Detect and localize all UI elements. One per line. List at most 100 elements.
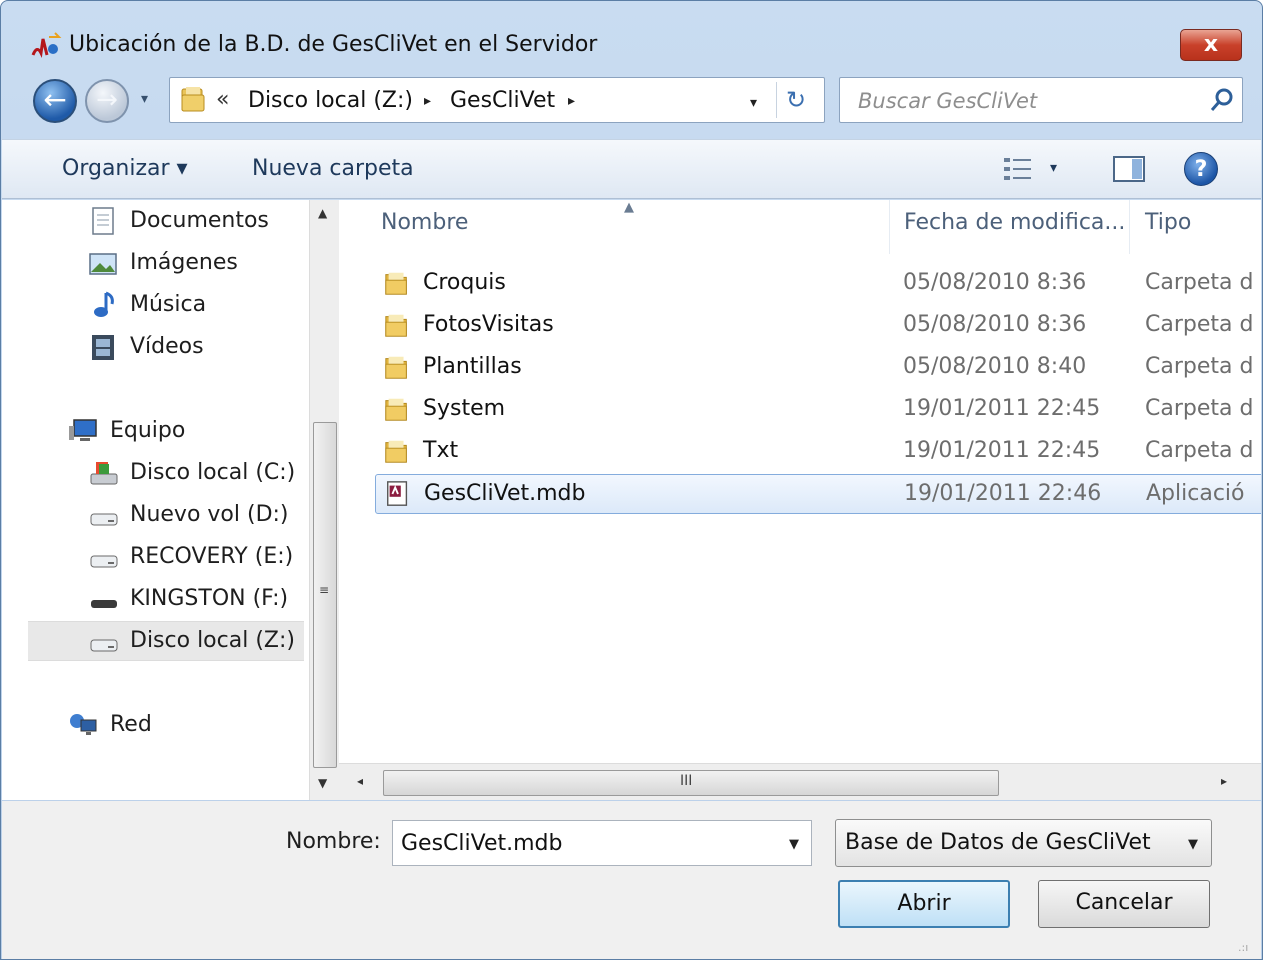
usb-drive-icon: [91, 600, 117, 608]
file-date: 19/01/2011 22:45: [903, 438, 1101, 463]
sidebar-item[interactable]: Vídeos: [88, 328, 304, 368]
address-separator: [776, 82, 777, 118]
sidebar-item[interactable]: Documentos: [88, 202, 304, 242]
sidebar-item-label: Equipo: [110, 418, 186, 443]
file-name: Txt: [423, 438, 459, 463]
filename-field[interactable]: GesCliVet.mdb ▼: [392, 820, 812, 866]
sidebar-item-label: KINGSTON (F:): [130, 586, 289, 611]
file-row[interactable]: Txt 19/01/2011 22:45 Carpeta d: [375, 432, 1261, 472]
cancel-button[interactable]: Cancelar: [1038, 880, 1210, 928]
file-type: Carpeta d: [1145, 396, 1254, 421]
documents-icon: [92, 207, 114, 235]
drive-icon: [90, 639, 118, 652]
file-list: ▲ Nombre Fecha de modifica... Tipo Croqu…: [339, 200, 1261, 763]
file-row[interactable]: System 19/01/2011 22:45 Carpeta d: [375, 390, 1261, 430]
breadcrumb-gesclivet[interactable]: GesCliVet: [450, 88, 555, 113]
column-header-name[interactable]: Nombre: [381, 210, 468, 235]
scroll-left-arrow[interactable]: ◂: [357, 774, 363, 788]
file-date: 05/08/2010 8:40: [903, 354, 1087, 379]
sidebar-item-label: Imágenes: [130, 250, 238, 275]
column-header-date[interactable]: Fecha de modifica...: [904, 210, 1125, 235]
command-bar: Organizar ▾ Nueva carpeta ▾ ?: [2, 139, 1261, 199]
scroll-thumb[interactable]: ≡: [313, 422, 337, 768]
preview-pane-icon[interactable]: [1112, 154, 1146, 184]
column-separator[interactable]: [1129, 200, 1130, 254]
sidebar-item[interactable]: KINGSTON (F:): [88, 580, 304, 620]
help-icon[interactable]: ?: [1184, 152, 1218, 186]
file-date: 19/01/2011 22:45: [903, 396, 1101, 421]
sidebar-item[interactable]: Música: [88, 286, 304, 326]
filename-value: GesCliVet.mdb: [401, 831, 563, 856]
file-name: GesCliVet.mdb: [424, 481, 586, 506]
file-type-value: Base de Datos de GesCliVet: [845, 830, 1151, 855]
back-arrow-icon: ←: [43, 83, 67, 116]
dialog-footer: Nombre: GesCliVet.mdb ▼ Base de Datos de…: [2, 801, 1261, 959]
file-type: Carpeta d: [1145, 270, 1254, 295]
folder-icon: [385, 440, 407, 463]
sidebar-item[interactable]: RECOVERY (E:): [88, 538, 304, 578]
column-header-type[interactable]: Tipo: [1145, 210, 1191, 235]
file-row[interactable]: FotosVisitas 05/08/2010 8:36 Carpeta d: [375, 306, 1261, 346]
sidebar-item-label: Disco local (Z:): [130, 628, 295, 653]
search-input[interactable]: Buscar GesCliVet: [839, 77, 1243, 123]
sidebar-item[interactable]: Disco local (C:): [88, 454, 304, 494]
back-button[interactable]: ←: [33, 79, 77, 123]
forward-arrow-icon: →: [96, 85, 118, 115]
file-name: System: [423, 396, 506, 421]
folder-icon: [385, 356, 407, 379]
system-drive-icon: [90, 462, 118, 485]
breadcrumb-disco-z[interactable]: Disco local (Z:): [248, 88, 413, 113]
file-date: 05/08/2010 8:36: [903, 270, 1087, 295]
file-row[interactable]: Croquis 05/08/2010 8:36 Carpeta d: [375, 264, 1261, 304]
sidebar-item[interactable]: Disco local (Z:): [28, 621, 304, 661]
file-type: Carpeta d: [1145, 354, 1254, 379]
scroll-down-arrow[interactable]: ▼: [318, 776, 327, 790]
address-bar[interactable]: « Disco local (Z:) ▸ GesCliVet ▸ ▾ ↻: [169, 77, 825, 123]
sidebar-item-label: Disco local (C:): [130, 460, 296, 485]
scroll-up-arrow[interactable]: ▲: [318, 206, 327, 220]
organize-button[interactable]: Organizar ▾: [62, 156, 188, 181]
overflow-chevron[interactable]: «: [216, 87, 229, 112]
file-date: 05/08/2010 8:36: [903, 312, 1087, 337]
title-bar[interactable]: Ubicación de la B.D. de GesCliVet en el …: [1, 1, 1262, 73]
access-db-icon: [387, 481, 408, 506]
nav-vertical-scrollbar[interactable]: ▲ ≡ ▼: [309, 200, 339, 800]
app-icon: [31, 32, 62, 58]
file-date: 19/01/2011 22:46: [904, 481, 1102, 506]
new-folder-button[interactable]: Nueva carpeta: [252, 156, 414, 181]
file-type-select[interactable]: Base de Datos de GesCliVet ▼: [835, 819, 1212, 867]
breadcrumb-arrow[interactable]: ▸: [424, 93, 431, 109]
recent-pages-dropdown[interactable]: ▾: [141, 91, 148, 107]
chevron-down-icon: ▼: [1188, 837, 1198, 852]
sidebar-item[interactable]: Equipo: [68, 412, 304, 452]
column-separator[interactable]: [889, 200, 890, 254]
file-row[interactable]: GesCliVet.mdb 19/01/2011 22:46 Aplicació: [375, 474, 1261, 514]
file-type: Aplicació: [1146, 481, 1245, 506]
file-row[interactable]: Plantillas 05/08/2010 8:40 Carpeta d: [375, 348, 1261, 388]
file-name: Plantillas: [423, 354, 522, 379]
sidebar-item[interactable]: Nuevo vol (D:): [88, 496, 304, 536]
breadcrumb-arrow[interactable]: ▸: [568, 93, 575, 109]
refresh-icon[interactable]: ↻: [786, 86, 806, 114]
forward-button[interactable]: →: [85, 79, 129, 123]
filename-dropdown[interactable]: ▼: [789, 837, 799, 852]
scroll-grip-icon: III: [680, 773, 693, 789]
file-horizontal-scrollbar[interactable]: ◂ III ▸: [339, 763, 1261, 800]
close-button[interactable]: x: [1180, 29, 1242, 61]
open-button[interactable]: Abrir: [838, 880, 1010, 928]
sidebar-item-label: Música: [130, 292, 207, 317]
drive-icon: [90, 513, 118, 526]
sidebar-item[interactable]: Imágenes: [88, 244, 304, 284]
folder-icon: [385, 398, 407, 421]
resize-grip-icon[interactable]: .:ı: [1238, 941, 1248, 954]
address-dropdown[interactable]: ▾: [750, 95, 757, 111]
scroll-right-arrow[interactable]: ▸: [1221, 774, 1227, 788]
views-icon[interactable]: [1002, 154, 1036, 184]
search-icon[interactable]: [1208, 86, 1236, 114]
scroll-thumb[interactable]: III: [383, 770, 999, 796]
sidebar-item-label: Red: [110, 712, 152, 737]
sidebar-item[interactable]: Red: [68, 706, 304, 746]
navigation-pane: Documentos Imágenes Música Vídeos Equipo Disc…: [2, 200, 309, 800]
file-name: FotosVisitas: [423, 312, 554, 337]
views-dropdown[interactable]: ▾: [1050, 160, 1057, 176]
